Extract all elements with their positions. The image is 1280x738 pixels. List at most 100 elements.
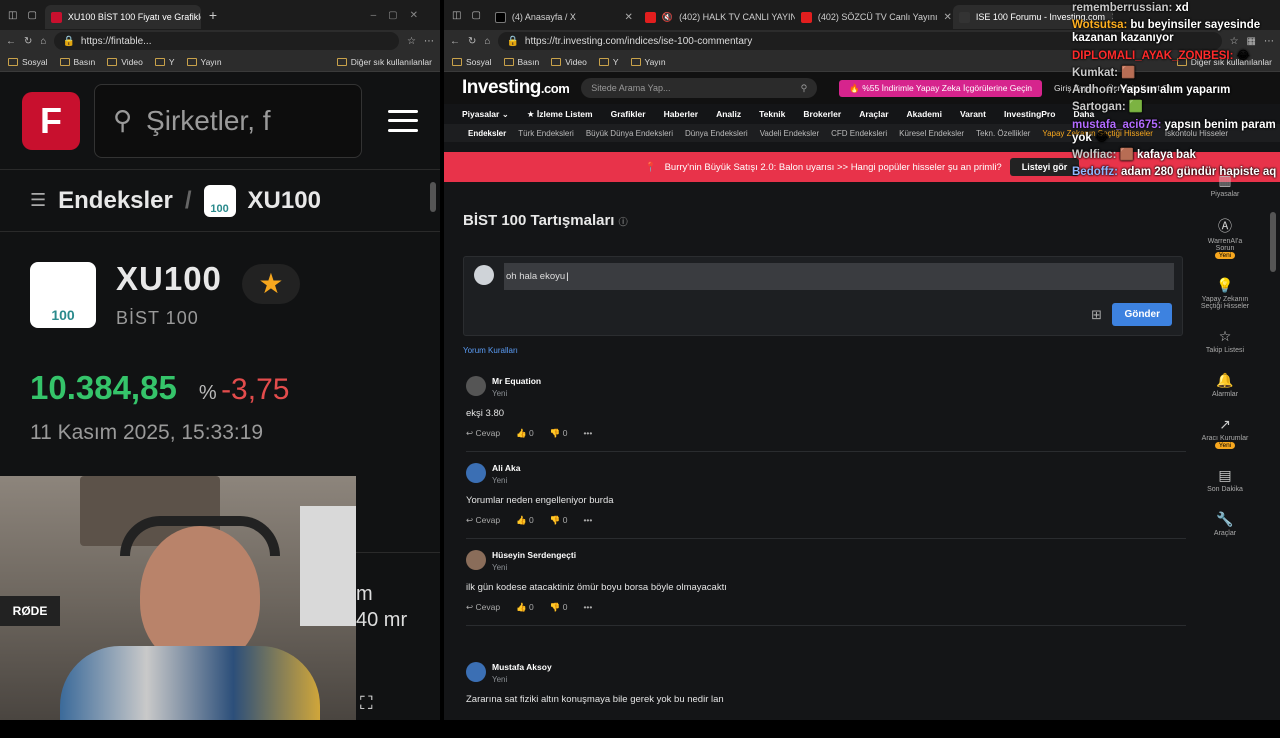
window-controls[interactable]: –▢✕ bbox=[371, 10, 440, 21]
like-button[interactable]: 👍 0 bbox=[516, 602, 534, 613]
info-icon[interactable]: ⓘ bbox=[619, 217, 628, 227]
comment-author[interactable]: Mr Equation bbox=[492, 376, 541, 386]
fav-folder-1[interactable]: Basın bbox=[60, 57, 96, 67]
close-icon[interactable]: ✕ bbox=[943, 12, 951, 23]
tab-actions-icon[interactable]: ▢ bbox=[27, 10, 36, 21]
comment-tag: Yeni bbox=[492, 675, 507, 684]
site-search-input[interactable]: Sitede Arama Yap... ⚲ bbox=[581, 78, 817, 98]
dislike-button[interactable]: 👎 0 bbox=[550, 602, 568, 613]
home-icon[interactable]: ⌂ bbox=[40, 36, 46, 47]
percent-symbol: % bbox=[199, 382, 217, 404]
more-icon[interactable]: ⋯ bbox=[424, 36, 434, 47]
nav-markets[interactable]: Piyasalar ⌄ bbox=[462, 109, 509, 120]
nav-analysis[interactable]: Analiz bbox=[716, 109, 741, 119]
fav-folder-3[interactable]: Y bbox=[155, 57, 175, 67]
price-timestamp: 11 Kasım 2025, 15:33:19 bbox=[0, 407, 440, 445]
list-view-button[interactable]: Listeyi gör bbox=[1010, 158, 1080, 176]
like-button[interactable]: 👍 0 bbox=[516, 428, 534, 439]
add-image-icon[interactable]: ⊞ bbox=[1091, 307, 1102, 323]
rail-brokers[interactable]: ↗Aracı KurumlarYeni bbox=[1202, 416, 1249, 449]
fintables-logo[interactable]: F bbox=[22, 92, 80, 150]
comment-author[interactable]: Ali Aka bbox=[492, 463, 521, 473]
folder-icon bbox=[599, 58, 609, 66]
reply-button[interactable]: ↩ Cevap bbox=[466, 515, 500, 526]
left-browser-window: ◫ ▢ XU100 BİST 100 Fiyatı ve Grafikleri ✕… bbox=[0, 0, 440, 720]
reload-icon[interactable]: ↻ bbox=[468, 36, 476, 47]
tab-sozcutv[interactable]: (402) SÖZCÜ TV Canlı Yayını ✕ bbox=[795, 5, 953, 29]
reload-icon[interactable]: ↻ bbox=[24, 36, 32, 47]
fav-other[interactable]: Diğer sık kullanılanlar bbox=[337, 57, 432, 67]
chat-user: mustafa_aci675: bbox=[1072, 119, 1162, 131]
rail-breaking[interactable]: ▤Son Dakika bbox=[1207, 467, 1243, 493]
rail-tools[interactable]: 🔧Araçlar bbox=[1214, 511, 1236, 537]
mute-icon[interactable]: 🔇 bbox=[662, 12, 673, 23]
watchlist-star-button[interactable]: ★ bbox=[242, 264, 300, 304]
expand-icon[interactable]: ⛶ bbox=[360, 693, 380, 713]
dislike-button[interactable]: 👎 0 bbox=[550, 515, 568, 526]
nav-news[interactable]: Haberler bbox=[664, 109, 699, 119]
nav-tools[interactable]: Araçlar bbox=[859, 109, 888, 119]
promo-button[interactable]: 🔥 %55 İndirimle Yapay Zeka İçgörülerine … bbox=[839, 80, 1042, 97]
fav-label: Video bbox=[121, 57, 143, 67]
breadcrumb-section[interactable]: Endeksler bbox=[58, 187, 173, 215]
tab-x[interactable]: (4) Anasayfa / X ✕ bbox=[489, 5, 639, 29]
like-button[interactable]: 👍 0 bbox=[516, 515, 534, 526]
close-icon[interactable]: ✕ bbox=[625, 12, 633, 23]
workspaces-icon[interactable]: ◫ bbox=[8, 10, 17, 21]
rail-watchlist[interactable]: ☆Takip Listesi bbox=[1206, 328, 1244, 354]
subnav-futures[interactable]: Vadeli Endeksler bbox=[760, 129, 819, 138]
fav-folder-4[interactable]: Yayın bbox=[631, 57, 666, 67]
url-field[interactable]: 🔒 https://fintable... bbox=[54, 32, 399, 50]
subnav-world[interactable]: Dünya Endeksleri bbox=[685, 129, 748, 138]
comment-input[interactable]: oh hala ekoyu| bbox=[504, 263, 1174, 290]
subnav-indices[interactable]: Endeksler bbox=[468, 129, 506, 138]
investing-logo[interactable]: Investing.com bbox=[462, 77, 569, 99]
nav-academy[interactable]: Akademi bbox=[907, 109, 942, 119]
more-icon[interactable]: ••• bbox=[583, 602, 592, 613]
fav-folder-2[interactable]: Video bbox=[107, 57, 143, 67]
fav-folder-2[interactable]: Video bbox=[551, 57, 587, 67]
more-icon[interactable]: ••• bbox=[583, 428, 592, 439]
fav-folder-3[interactable]: Y bbox=[599, 57, 619, 67]
nav-investingpro[interactable]: InvestingPro bbox=[1004, 109, 1055, 119]
more-icon[interactable]: ••• bbox=[583, 515, 592, 526]
comment-author[interactable]: Hüseyin Serdengeçti bbox=[492, 550, 576, 560]
fav-folder-0[interactable]: Sosyal bbox=[8, 57, 48, 67]
reply-button[interactable]: ↩ Cevap bbox=[466, 602, 500, 613]
fav-folder-0[interactable]: Sosyal bbox=[452, 57, 492, 67]
tab-halktv[interactable]: 🔇 (402) HALK TV CANLI YAYIN ✕ bbox=[639, 5, 795, 29]
workspaces-icon[interactable]: ◫ bbox=[452, 10, 461, 21]
comment-text: ilk gün kodese atacaktiniz ömür boyu bor… bbox=[466, 582, 727, 593]
favorite-icon[interactable]: ☆ bbox=[407, 36, 416, 47]
nav-charts[interactable]: Grafikler bbox=[611, 109, 646, 119]
subnav-major-world[interactable]: Büyük Dünya Endeksleri bbox=[586, 129, 673, 138]
new-tab-icon[interactable]: + bbox=[209, 7, 217, 23]
subnav-global[interactable]: Küresel Endeksler bbox=[899, 129, 964, 138]
scrollbar[interactable] bbox=[430, 182, 436, 212]
rail-label: Son Dakika bbox=[1207, 486, 1243, 493]
tab-fintables[interactable]: XU100 BİST 100 Fiyatı ve Grafikleri ✕ bbox=[45, 5, 201, 29]
comment-author[interactable]: Mustafa Aksoy bbox=[492, 662, 552, 672]
tab-actions-icon[interactable]: ▢ bbox=[471, 10, 480, 21]
nav-watchlist[interactable]: ★ İzleme Listem bbox=[527, 109, 593, 120]
rail-alerts[interactable]: 🔔Alarmlar bbox=[1212, 372, 1238, 398]
nav-brokers[interactable]: Brokerler bbox=[803, 109, 841, 119]
subnav-turkish[interactable]: Türk Endeksleri bbox=[518, 129, 574, 138]
nav-technical[interactable]: Teknik bbox=[759, 109, 785, 119]
menu-icon[interactable] bbox=[388, 110, 418, 132]
back-icon[interactable]: ← bbox=[6, 36, 16, 47]
reply-button[interactable]: ↩ Cevap bbox=[466, 428, 500, 439]
subnav-tech-specs[interactable]: Tekn. Özellikler bbox=[976, 129, 1030, 138]
fav-folder-4[interactable]: Yayın bbox=[187, 57, 222, 67]
ticker-symbol: XU100 bbox=[116, 260, 222, 298]
dislike-button[interactable]: 👎 0 bbox=[550, 428, 568, 439]
rail-ai-picks[interactable]: 💡Yapay Zekanın Seçtiği Hisseler bbox=[1200, 277, 1250, 310]
company-search-input[interactable]: ⚲ Şirketler, f bbox=[94, 84, 362, 158]
comment-rules-link[interactable]: Yorum Kuralları bbox=[463, 346, 518, 355]
back-icon[interactable]: ← bbox=[450, 36, 460, 47]
nav-warrant[interactable]: Varant bbox=[960, 109, 986, 119]
home-icon[interactable]: ⌂ bbox=[484, 36, 490, 47]
send-button[interactable]: Gönder bbox=[1112, 303, 1172, 326]
fav-folder-1[interactable]: Basın bbox=[504, 57, 540, 67]
subnav-cfd[interactable]: CFD Endeksleri bbox=[831, 129, 887, 138]
